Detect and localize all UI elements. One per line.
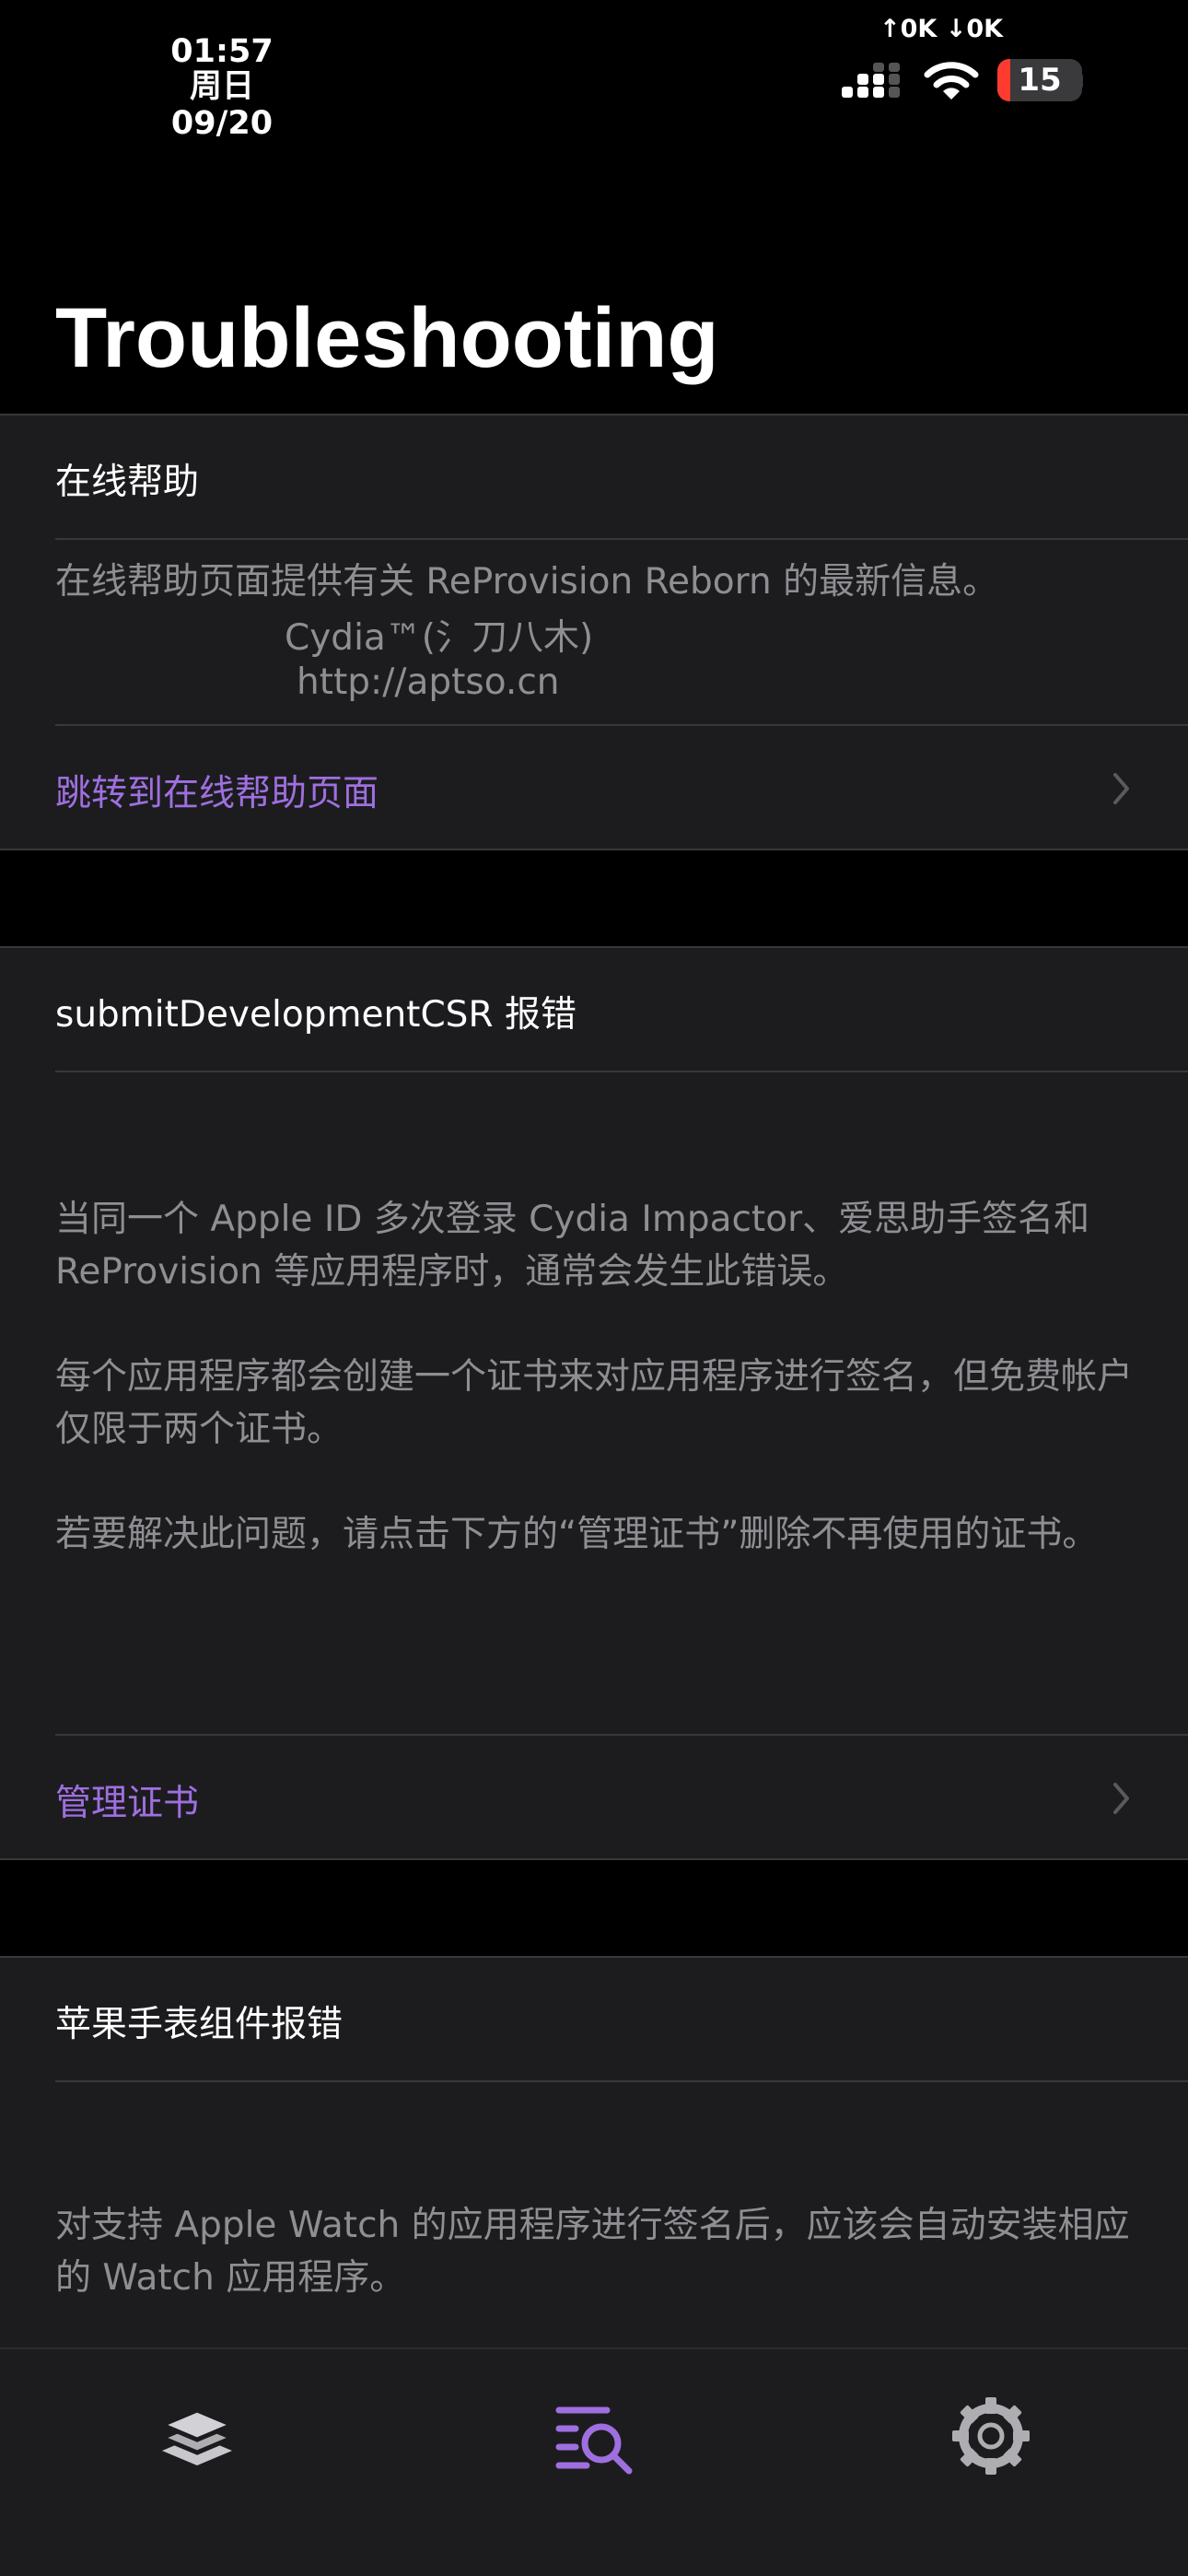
csr-error-paragraph-2: 每个应用程序都会创建一个证书来对应用程序进行签名，但免费帐户仅限于两个证书。 [55,1356,1134,1450]
gear-icon [952,2397,1030,2475]
status-date: 周日 09/20 [170,68,274,142]
online-help-section: 在线帮助 在线帮助页面提供有关 ReProvision Reborn 的最新信息… [0,414,1188,850]
watch-error-paragraph-1: 对支持 Apple Watch 的应用程序进行签名后，应该会自动安装相应的 Wa… [55,2205,1130,2299]
status-time: 01:57 [170,33,274,70]
chevron-right-icon [1113,773,1129,804]
layers-icon [156,2407,239,2465]
divider [55,1071,1188,1072]
online-help-credit: Cydia™(氵刀八木) [285,617,594,659]
search-list-icon [555,2406,633,2475]
tab-troubleshooting[interactable] [548,2390,640,2482]
divider [55,538,1188,540]
chevron-right-icon [1113,1783,1129,1814]
tab-settings[interactable] [945,2390,1037,2482]
divider [55,2080,1188,2082]
watch-error-header: 苹果手表组件报错 [55,2004,344,2045]
page-title: Troubleshooting [55,291,719,385]
battery-indicator: 15 [997,59,1082,101]
csr-error-paragraph-1: 当同一个 Apple ID 多次登录 Cydia Impactor、爱思助手签名… [55,1199,1090,1293]
online-help-link[interactable]: 跳转到在线帮助页面 [55,765,379,816]
csr-error-paragraph-3: 若要解决此问题，请点击下方的“管理证书”删除不再使用的证书。 [55,1514,1099,1555]
manage-certificates-link[interactable]: 管理证书 [55,1774,199,1826]
network-speed: ↑0K ↓0K [879,15,1004,43]
online-help-link-row[interactable]: 跳转到在线帮助页面 [0,726,1188,850]
online-help-url[interactable]: http://aptso.cn [297,662,559,703]
tab-bar [0,2348,1188,2576]
online-help-description: 在线帮助页面提供有关 ReProvision Reborn 的最新信息。 [55,561,999,603]
csr-error-section: submitDevelopmentCSR 报错 当同一个 Apple ID 多次… [0,946,1188,1860]
wifi-icon [924,62,979,100]
battery-nub [1077,74,1083,88]
tab-apps[interactable] [151,2390,243,2482]
manage-certificates-row[interactable]: 管理证书 [0,1736,1188,1860]
online-help-header: 在线帮助 [55,462,200,503]
cellular-signal-icon [842,63,900,98]
battery-level-text: 15 [1018,62,1062,99]
csr-error-header: submitDevelopmentCSR 报错 [55,994,577,1036]
